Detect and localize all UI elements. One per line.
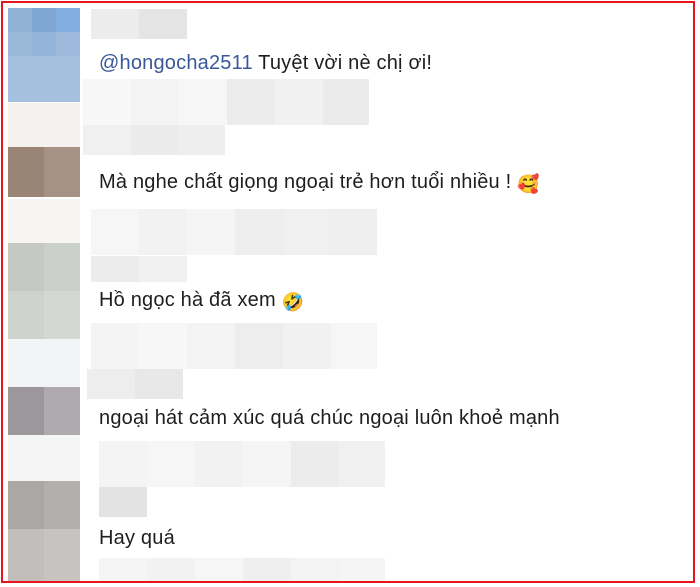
smiling-face-with-hearts-icon: 🥰 bbox=[517, 174, 541, 194]
name-blurred bbox=[87, 369, 183, 399]
avatar[interactable] bbox=[8, 199, 80, 339]
comment-screenshot-frame: @hongocha2511 Tuyệt vời nè chị ơi! Mà ng… bbox=[1, 1, 695, 583]
comment-actions-blurred bbox=[91, 209, 377, 255]
comment-text: ngoại hát cảm xúc quá chúc ngoại luôn kh… bbox=[99, 407, 560, 429]
name-blurred bbox=[91, 256, 187, 282]
avatar[interactable] bbox=[8, 103, 80, 199]
avatar[interactable] bbox=[8, 8, 80, 102]
comment-text: Hồ ngọc hà đã xem 🤣 bbox=[99, 289, 305, 312]
comment-text: Mà nghe chất giọng ngoại trẻ hơn tuổi nh… bbox=[99, 171, 541, 194]
comment-actions-blurred bbox=[99, 558, 385, 581]
rolling-on-floor-laughing-icon: 🤣 bbox=[281, 292, 305, 312]
comment-text: Hay quá bbox=[99, 527, 175, 549]
comment-actions-blurred bbox=[91, 323, 377, 369]
name-blurred bbox=[83, 125, 225, 155]
avatar[interactable] bbox=[8, 339, 80, 435]
author-name-blurred[interactable] bbox=[91, 9, 187, 39]
avatar[interactable] bbox=[8, 435, 80, 581]
comment-text: @hongocha2511 Tuyệt vời nè chị ơi! bbox=[99, 52, 433, 74]
comment-actions-blurred bbox=[99, 441, 385, 487]
mention-link[interactable]: @hongocha2511 bbox=[99, 52, 253, 74]
comment-actions-blurred bbox=[83, 79, 369, 125]
name-blurred bbox=[99, 487, 147, 517]
